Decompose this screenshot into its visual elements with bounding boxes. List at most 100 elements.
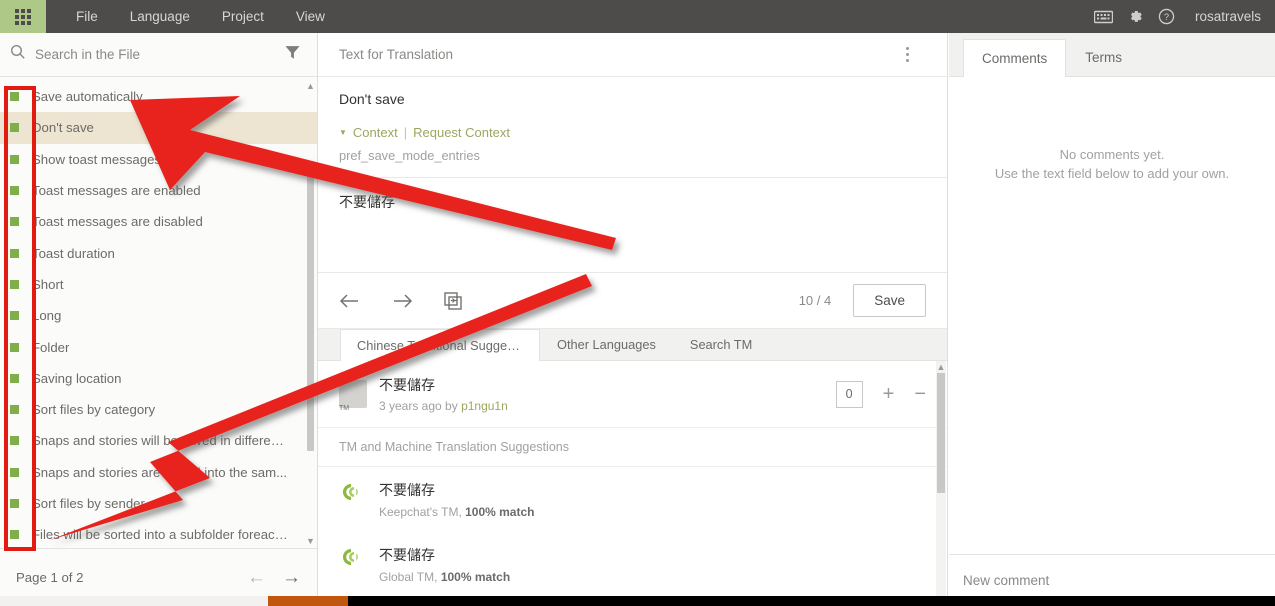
list-item-label: Save automatically [32, 89, 143, 105]
scrollbar-thumb[interactable] [307, 161, 314, 451]
sidebar-pager: Page 1 of 2 ← → [0, 548, 317, 606]
suggestion-texts: 不要儲存 Global TM, 100% match [379, 545, 510, 584]
prev-page-button[interactable]: ← [247, 568, 266, 587]
svg-text:?: ? [1164, 12, 1169, 22]
list-item[interactable]: Toast duration [0, 237, 317, 268]
menu-item-project[interactable]: Project [206, 0, 280, 33]
context-toggle-link[interactable]: Context [353, 125, 398, 140]
source-string: Don't save [339, 91, 405, 107]
status-square-icon [10, 123, 19, 133]
status-square-icon [10, 436, 19, 446]
list-item[interactable]: Sort files by sender [0, 488, 317, 519]
suggestion-source-name: Global TM, [379, 570, 441, 584]
request-context-link[interactable]: Request Context [413, 125, 510, 140]
translation-author[interactable]: p1ngu1n [461, 399, 508, 413]
suggestion-text: 不要儲存 [379, 482, 435, 498]
empty-state-line-1: No comments yet. [1059, 147, 1165, 162]
list-item[interactable]: Short [0, 269, 317, 300]
new-comment-input[interactable] [963, 573, 1261, 588]
file-strings-sidebar: Save automatically Don't save Show toast… [0, 33, 318, 606]
translation-input[interactable] [339, 192, 926, 240]
context-line: ▼ Context | Request Context [339, 125, 926, 140]
tab-terms[interactable]: Terms [1066, 38, 1141, 76]
caret-down-icon[interactable]: ▼ [339, 128, 347, 137]
search-input[interactable] [35, 47, 278, 62]
suggestion-item[interactable]: 不保存 [318, 597, 947, 606]
source-text-area: Don't save ▼ Context | Request Context p… [318, 77, 947, 177]
scroll-up-icon[interactable]: ▲ [936, 361, 946, 373]
suggestion-item[interactable]: 不要儲存 Keepchat's TM, 100% match [318, 467, 947, 532]
status-square-icon [10, 279, 19, 289]
list-item-label: Sort files by category [32, 402, 156, 418]
list-item-label: Short [32, 276, 64, 292]
filter-funnel-icon[interactable] [278, 44, 307, 66]
status-square-icon [10, 311, 19, 321]
page-indicator: Page 1 of 2 [16, 570, 84, 585]
sidebar-scrollbar[interactable]: ▲ ▼ [306, 81, 315, 546]
context-body: pref_save_mode_entries [339, 148, 480, 163]
suggestion-source-name: Keepchat's TM, [379, 505, 466, 519]
list-item[interactable]: Snaps and stories will be saved in diffe… [0, 425, 317, 456]
arrow-right-icon[interactable] [391, 293, 413, 309]
tab-other-languages[interactable]: Other Languages [540, 328, 673, 360]
save-button[interactable]: Save [853, 284, 926, 317]
plus-icon[interactable]: + [883, 384, 895, 404]
list-item-label: Toast messages are enabled [32, 183, 201, 199]
status-square-icon [10, 373, 19, 383]
vote-count[interactable]: 0 [835, 380, 863, 408]
list-item[interactable]: Toast messages are enabled [0, 175, 317, 206]
suggestions-scrollbar[interactable]: ▲ ▼ [936, 361, 946, 606]
list-item[interactable]: Toast messages are disabled [0, 206, 317, 237]
suggestions-tabstrip: Chinese Traditional Suggestio... Other L… [318, 329, 947, 361]
tab-search-tm[interactable]: Search TM [673, 328, 769, 360]
copy-source-icon[interactable] [443, 291, 463, 311]
list-item[interactable]: Show toast messages [0, 144, 317, 175]
suggestion-item[interactable]: 不要儲存 Global TM, 100% match [318, 532, 947, 597]
arrow-left-icon[interactable] [339, 293, 361, 309]
minus-icon[interactable]: − [914, 384, 926, 404]
status-square-icon [10, 530, 19, 540]
tm-badge-label: TM [339, 405, 350, 412]
list-item[interactable]: Sort files by category [0, 394, 317, 425]
suggestions-container: TM 不要儲存 3 years ago by p1ngu1n 0 + − TM … [318, 361, 947, 606]
list-item[interactable]: Files will be sorted into a subfolder fo… [0, 519, 317, 546]
top-right-actions: ? rosatravels [1093, 8, 1275, 25]
menu-item-language[interactable]: Language [114, 0, 206, 33]
username-label[interactable]: rosatravels [1195, 9, 1261, 24]
target-text-area[interactable] [318, 177, 947, 273]
list-item[interactable]: Save automatically [0, 81, 317, 112]
existing-translation-row: TM 不要儲存 3 years ago by p1ngu1n 0 + − [318, 361, 947, 428]
list-item-label: Folder [32, 339, 70, 355]
next-page-button[interactable]: → [282, 568, 301, 587]
scroll-up-icon[interactable]: ▲ [306, 81, 315, 91]
translation-age: 3 years ago by [379, 399, 462, 413]
status-square-icon [10, 467, 19, 477]
menu-item-file[interactable]: File [60, 0, 114, 33]
page-title: Text for Translation [339, 47, 454, 62]
list-item-label: Snaps and stories are sorted into the sa… [32, 464, 288, 480]
list-item[interactable]: Snaps and stories are sorted into the sa… [0, 457, 317, 488]
menu-item-view[interactable]: View [280, 0, 341, 33]
suggestion-match-percent: 100% match [465, 505, 535, 519]
tab-comments[interactable]: Comments [963, 39, 1067, 77]
list-item[interactable]: Don't save [0, 112, 317, 144]
scroll-down-icon[interactable]: ▼ [936, 598, 946, 606]
existing-translation-texts: 不要儲存 3 years ago by p1ngu1n [379, 375, 836, 413]
grid-apps-icon[interactable] [0, 0, 46, 33]
list-item[interactable]: Folder [0, 331, 317, 362]
scroll-down-icon[interactable]: ▼ [306, 536, 315, 546]
suggestion-match-percent: 100% match [440, 570, 511, 584]
tab-chinese-traditional-suggestions[interactable]: Chinese Traditional Suggestio... [340, 329, 540, 361]
avatar: TM [339, 380, 367, 412]
scrollbar-thumb[interactable] [937, 373, 945, 493]
list-item[interactable]: Long [0, 300, 317, 331]
status-square-icon [10, 342, 19, 352]
help-icon[interactable]: ? [1158, 8, 1175, 25]
kebab-menu-icon[interactable] [902, 43, 913, 66]
list-item[interactable]: Saving location [0, 363, 317, 394]
main-menu: File Language Project View [60, 0, 341, 33]
gear-icon[interactable] [1127, 8, 1144, 25]
search-icon [10, 44, 26, 65]
keyboard-icon[interactable] [1093, 10, 1113, 24]
list-item-label: Snaps and stories will be saved in diffe… [32, 433, 290, 449]
